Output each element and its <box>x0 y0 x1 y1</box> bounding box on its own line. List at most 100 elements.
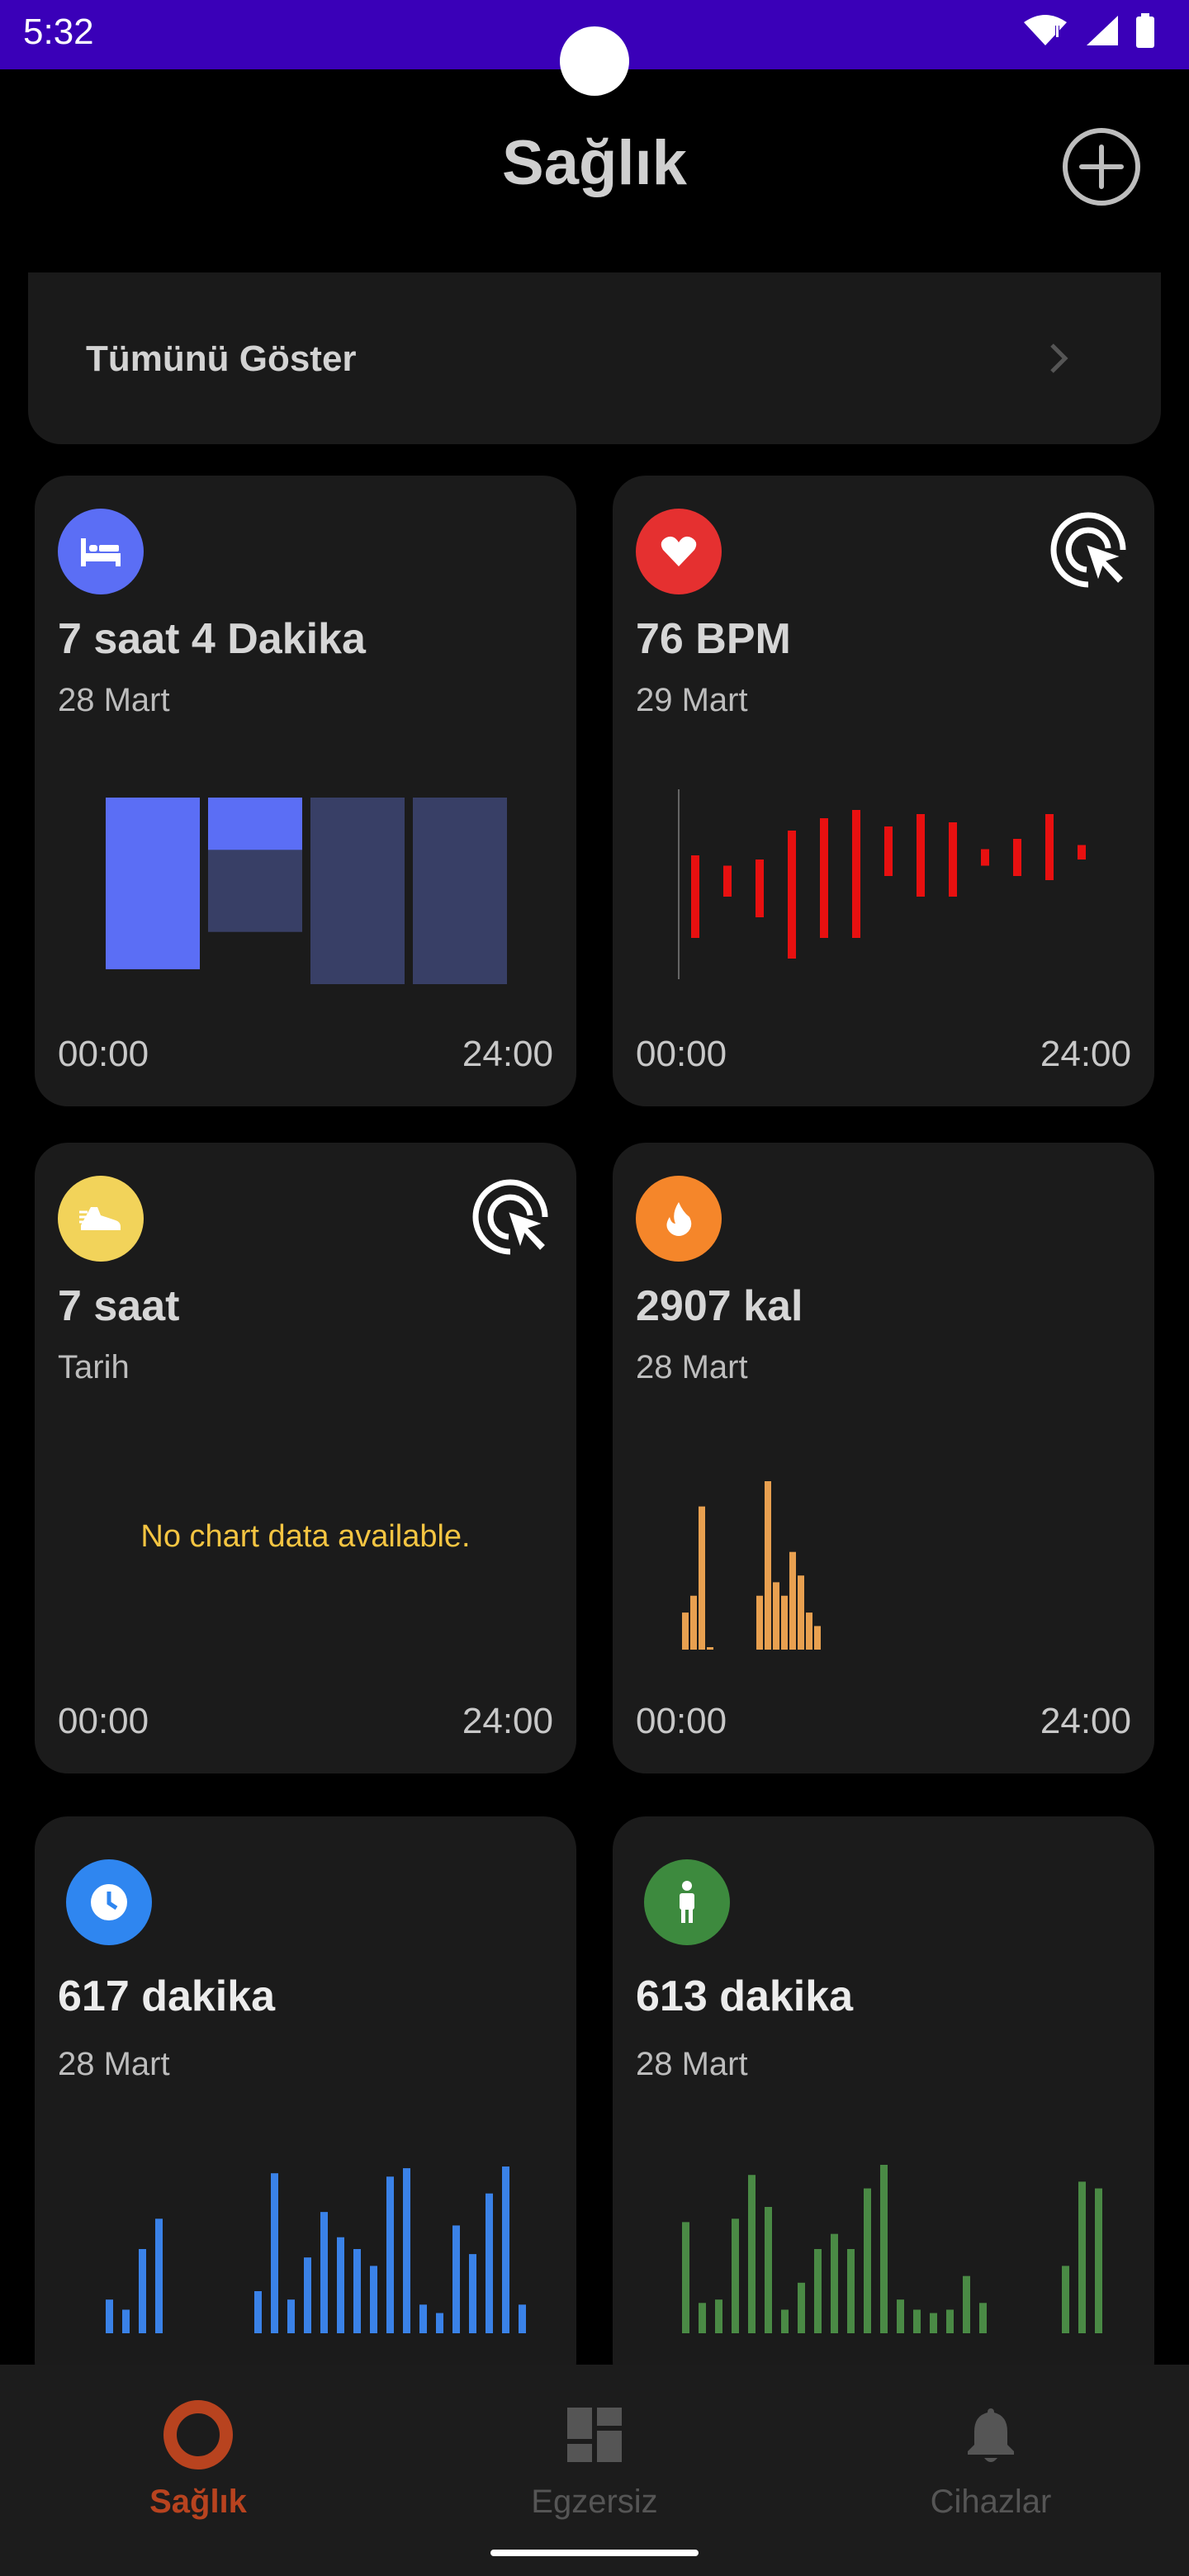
sleep-card[interactable]: 7 saat 4 Dakika 28 Mart 00:00 24:00 <box>35 476 576 1106</box>
calories-card[interactable]: 2907 kal 28 Mart 00:00 24:00 <box>613 1143 1154 1773</box>
calories-bar <box>798 1575 804 1650</box>
calories-bar <box>756 1595 763 1650</box>
home-indicator <box>490 2550 699 2556</box>
standing-bar <box>880 2165 888 2333</box>
calories-bar <box>765 1481 771 1650</box>
standing-bar <box>1095 2188 1102 2333</box>
standing-bar <box>897 2299 904 2333</box>
steps-card[interactable]: 7 saat Tarih No chart data available. 00… <box>35 1143 576 1773</box>
active-time-bar <box>122 2309 130 2333</box>
standing-bar <box>930 2313 937 2333</box>
standing-bar <box>1078 2181 1086 2333</box>
nav-tab-devices[interactable]: Cihazlar <box>793 2398 1189 2521</box>
chevron-right-icon <box>1050 343 1068 373</box>
status-bar: 5:32 <box>0 0 1189 96</box>
flame-icon <box>636 1176 722 1262</box>
calories-bar <box>707 1647 713 1650</box>
standing-bar <box>715 2299 722 2333</box>
heart-start-time: 00:00 <box>636 1034 727 1074</box>
active-time-bar <box>254 2291 262 2333</box>
active-time-value: 617 dakika <box>58 1972 276 2020</box>
standing-bar <box>765 2207 772 2333</box>
active-time-bar <box>155 2218 163 2333</box>
active-time-bar <box>304 2257 311 2333</box>
calories-bar <box>699 1506 705 1650</box>
sleep-bar-light <box>413 798 507 984</box>
standing-bar <box>963 2275 970 2333</box>
no-chart-data-message: No chart data available. <box>140 1519 471 1554</box>
calories-end-time: 24:00 <box>1040 1701 1131 1741</box>
nav-label-health: Sağlık <box>149 2484 247 2520</box>
active-time-chart <box>106 2166 526 2333</box>
status-icons <box>1022 13 1156 48</box>
calories-bar <box>690 1595 697 1650</box>
calories-bar <box>814 1626 821 1650</box>
battery-icon <box>1136 13 1154 48</box>
sneaker-icon <box>58 1176 144 1262</box>
ring-icon <box>163 2400 233 2469</box>
calories-value: 2907 kal <box>636 1282 803 1330</box>
bottom-navigation: Sağlık Egzersiz Cihazlar <box>0 2365 1189 2576</box>
touch-icon[interactable] <box>471 1176 553 1258</box>
standing-bar <box>946 2309 954 2333</box>
nav-label-exercise: Egzersiz <box>531 2484 658 2520</box>
bed-icon <box>58 509 144 594</box>
active-time-bar <box>436 2313 443 2333</box>
nav-tab-health[interactable]: Sağlık <box>0 2398 396 2521</box>
calories-bar <box>781 1595 788 1650</box>
active-time-bar <box>353 2249 361 2333</box>
steps-start-time: 00:00 <box>58 1701 149 1741</box>
sleep-value: 7 saat 4 Dakika <box>58 615 366 663</box>
standing-bar <box>847 2249 855 2333</box>
active-time-bar <box>271 2173 278 2333</box>
active-time-date: 28 Mart <box>58 2046 170 2082</box>
active-time-bar <box>337 2237 344 2333</box>
active-time-bar <box>469 2254 476 2333</box>
person-standing-icon <box>644 1859 730 1945</box>
status-time: 5:32 <box>23 12 94 52</box>
standing-bar <box>831 2233 838 2333</box>
add-button[interactable] <box>1062 127 1141 206</box>
calories-bar <box>789 1551 796 1650</box>
calories-bar <box>682 1612 689 1650</box>
active-time-bar <box>419 2304 427 2333</box>
steps-end-time: 24:00 <box>462 1701 553 1741</box>
sleep-start-time: 00:00 <box>58 1034 149 1074</box>
show-all-row[interactable]: Tümünü Göster <box>28 272 1161 444</box>
page-title: Sağlık <box>502 128 687 198</box>
heart-rate-chart <box>678 789 1086 979</box>
active-time-bar <box>452 2225 460 2333</box>
bell-icon <box>968 2408 1014 2462</box>
sleep-end-time: 24:00 <box>462 1034 553 1074</box>
standing-bar <box>814 2249 822 2333</box>
standing-bar <box>732 2218 739 2333</box>
active-time-bar <box>139 2249 146 2333</box>
sleep-bar-deep <box>106 798 200 969</box>
standing-bar <box>864 2188 871 2333</box>
heart-rate-card[interactable]: 76 BPM 29 Mart 00:00 24:00 <box>613 476 1154 1106</box>
standing-date: 28 Mart <box>636 2046 748 2082</box>
active-time-bar <box>403 2168 410 2333</box>
sleep-bar-light <box>310 798 405 984</box>
wifi-icon <box>1024 15 1067 45</box>
heart-icon <box>636 509 722 594</box>
heart-rate-value: 76 BPM <box>636 615 791 663</box>
dashboard-icon <box>567 2408 622 2462</box>
standing-bar <box>913 2309 921 2333</box>
standing-card[interactable]: 613 dakika 28 Mart <box>613 1816 1154 2394</box>
touch-icon[interactable] <box>1049 509 1131 591</box>
standing-bar <box>979 2303 987 2333</box>
standing-bar <box>781 2309 789 2333</box>
steps-date: Tarih <box>58 1349 130 1385</box>
standing-bar <box>682 2222 689 2333</box>
calories-start-time: 00:00 <box>636 1701 727 1741</box>
standing-bar <box>1062 2266 1069 2333</box>
active-time-card[interactable]: 617 dakika 28 Mart <box>35 1816 576 2394</box>
active-time-bar <box>386 2176 394 2333</box>
active-time-bar <box>287 2299 295 2333</box>
active-time-bar <box>519 2304 526 2333</box>
standing-value: 613 dakika <box>636 1972 854 2020</box>
nav-tab-exercise[interactable]: Egzersiz <box>396 2398 793 2521</box>
show-all-label: Tümünü Göster <box>86 339 357 379</box>
sleep-date: 28 Mart <box>58 682 170 718</box>
